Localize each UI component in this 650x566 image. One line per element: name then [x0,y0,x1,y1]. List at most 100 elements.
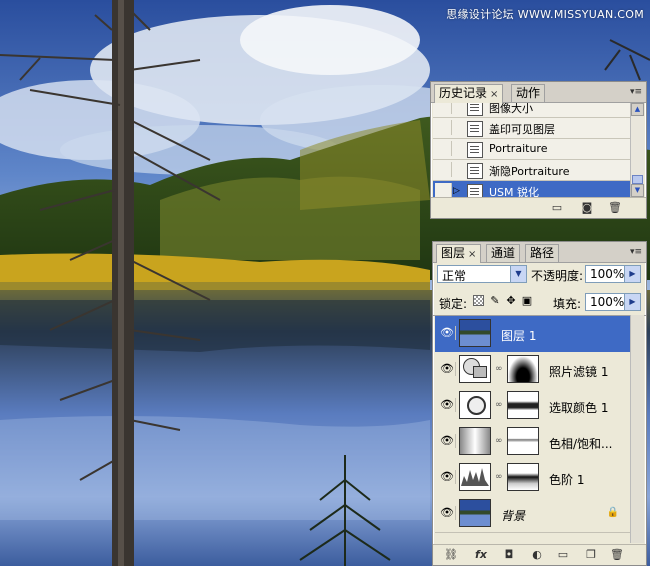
history-item[interactable]: 图像大小 [433,103,631,118]
history-item[interactable]: 渐隐Portraiture [433,160,631,181]
layer-row-selected[interactable]: 👁 图层 1 [435,316,633,353]
blend-mode-select[interactable]: 正常 ▼ [437,265,527,283]
layers-footer: ⛓ fx ◘ ◐ ▭ ❐ 🗑 [433,544,646,565]
fill-label: 填充: [553,297,582,311]
mask-link-icon[interactable]: ∞ [495,364,503,374]
layer-name: 图层 1 [501,329,537,343]
panel-menu-icon[interactable]: ▾≡ [629,246,643,258]
panel-menu-icon[interactable]: ▾≡ [629,86,643,98]
trash-icon[interactable]: 🗑 [609,548,625,562]
lock-position-icon[interactable]: ✥ [505,295,517,307]
tab-history-label: 历史记录 [439,86,488,100]
opacity-value: 100% [590,267,625,281]
layer-name: 照片滤镜 1 [549,365,609,379]
history-item-label: USM 锐化 [489,186,540,197]
layers-panel: 图层 × 通道 路径 ▾≡ 正常 ▼ 不透明度: 100% ▶ 锁定: ✎ ✥ ▣… [432,241,647,566]
scroll-down-icon[interactable]: ▼ [631,184,644,197]
watermark-text: 思缘设计论坛 WWW.MISSYUAN.COM [446,8,644,21]
history-state-icon [467,142,483,158]
history-scrollbar[interactable]: ▲ ▼ [630,103,644,197]
snapshot-icon[interactable]: ◙ [579,201,595,215]
history-item-label: 渐隐Portraiture [489,165,570,178]
fill-value: 100% [590,295,625,309]
history-brush-source-checkbox[interactable] [435,162,452,177]
history-item[interactable]: Portraiture [433,139,631,160]
tab-paths-label: 路径 [530,246,555,260]
tab-paths[interactable]: 路径 [525,244,560,262]
layer-name: 色阶 1 [549,473,585,487]
history-brush-source-checkbox[interactable] [435,120,452,135]
layer-row[interactable]: 👁 ∞ 色相/饱和... [435,424,633,461]
history-state-icon [467,184,483,197]
history-brush-source-checkbox[interactable] [435,103,452,114]
visibility-eye-icon[interactable]: 👁 [439,434,456,448]
scroll-up-icon[interactable]: ▲ [631,103,644,116]
layer-mask-thumbnail [507,463,539,491]
history-footer: ▭ ◙ 🗑 [431,197,646,218]
layer-name: 选取颜色 1 [549,401,609,415]
history-brush-source-checkbox[interactable] [435,183,452,197]
tab-actions-label: 动作 [516,86,541,100]
visibility-eye-icon[interactable]: 👁 [439,326,456,340]
tab-channels-label: 通道 [491,246,516,260]
trash-icon[interactable]: 🗑 [607,201,623,215]
scroll-thumb[interactable] [632,175,643,184]
tab-history[interactable]: 历史记录 × [434,84,504,103]
layer-list: 👁 图层 1 👁 ∞ 照片滤镜 1 👁 ∞ 选取颜色 1 👁 ∞ 色相/饱和..… [433,315,646,544]
history-state-icon [467,121,483,137]
lock-image-pixels-icon[interactable]: ✎ [489,295,501,307]
fill-slider-arrow-icon[interactable]: ▶ [624,294,640,310]
group-folder-icon[interactable]: ▭ [555,548,571,562]
close-icon[interactable]: × [468,249,476,260]
history-item-selected[interactable]: ▷ USM 锐化 [433,181,631,197]
new-document-from-state-icon[interactable]: ▭ [549,201,565,215]
mask-link-icon[interactable]: ∞ [495,400,503,410]
lock-icon: 🔒 [606,507,619,518]
visibility-eye-icon[interactable]: 👁 [439,470,456,484]
history-item-label: Portraiture [489,142,548,155]
adjustment-thumbnail [459,427,491,455]
layer-row[interactable]: 👁 背景 🔒 [435,496,633,533]
tab-layers-label: 图层 [441,246,466,260]
chevron-down-icon[interactable]: ▼ [510,266,526,282]
layer-row[interactable]: 👁 ∞ 色阶 1 [435,460,633,497]
layer-mask-thumbnail [507,391,539,419]
new-layer-icon[interactable]: ❐ [583,548,599,562]
history-brush-source-checkbox[interactable] [435,141,452,156]
opacity-field[interactable]: 100% ▶ [585,265,641,283]
layers-scrollbar[interactable] [630,315,644,543]
history-item-label: 图像大小 [489,103,533,115]
layers-tabbar: 图层 × 通道 路径 ▾≡ [433,242,646,263]
lock-transparent-pixels-icon[interactable] [473,295,484,306]
layer-thumbnail [459,319,491,347]
lock-all-icon[interactable]: ▣ [521,295,533,307]
mask-link-icon[interactable]: ∞ [495,472,503,482]
tab-layers[interactable]: 图层 × [436,244,482,263]
opacity-label: 不透明度: [531,269,584,283]
visibility-eye-icon[interactable]: 👁 [439,506,456,520]
adjustment-icon[interactable]: ◐ [529,548,545,562]
visibility-eye-icon[interactable]: 👁 [439,398,456,412]
layer-row[interactable]: 👁 ∞ 选取颜色 1 [435,388,633,425]
adjustment-thumbnail [459,463,491,491]
lock-options: ✎ ✥ ▣ [473,293,539,309]
adjustment-thumbnail [459,391,491,419]
mask-link-icon[interactable]: ∞ [495,436,503,446]
tab-channels[interactable]: 通道 [486,244,521,262]
mask-icon[interactable]: ◘ [501,548,517,562]
history-state-icon [467,163,483,179]
link-icon[interactable]: ⛓ [443,548,459,562]
layer-row[interactable]: 👁 ∞ 照片滤镜 1 [435,352,633,389]
layer-mask-thumbnail [507,427,539,455]
fx-icon[interactable]: fx [473,548,489,562]
opacity-slider-arrow-icon[interactable]: ▶ [624,266,640,282]
history-state-icon [467,103,483,116]
history-item[interactable]: 盖印可见图层 [433,118,631,139]
blend-mode-value: 正常 [442,269,467,283]
history-list: 图像大小 盖印可见图层 Portraiture 渐隐Portraiture ▷ … [433,103,631,197]
fill-field[interactable]: 100% ▶ [585,293,641,311]
tab-actions[interactable]: 动作 [511,84,546,102]
visibility-eye-icon[interactable]: 👁 [439,362,456,376]
layer-thumbnail [459,499,491,527]
close-icon[interactable]: × [490,89,498,100]
